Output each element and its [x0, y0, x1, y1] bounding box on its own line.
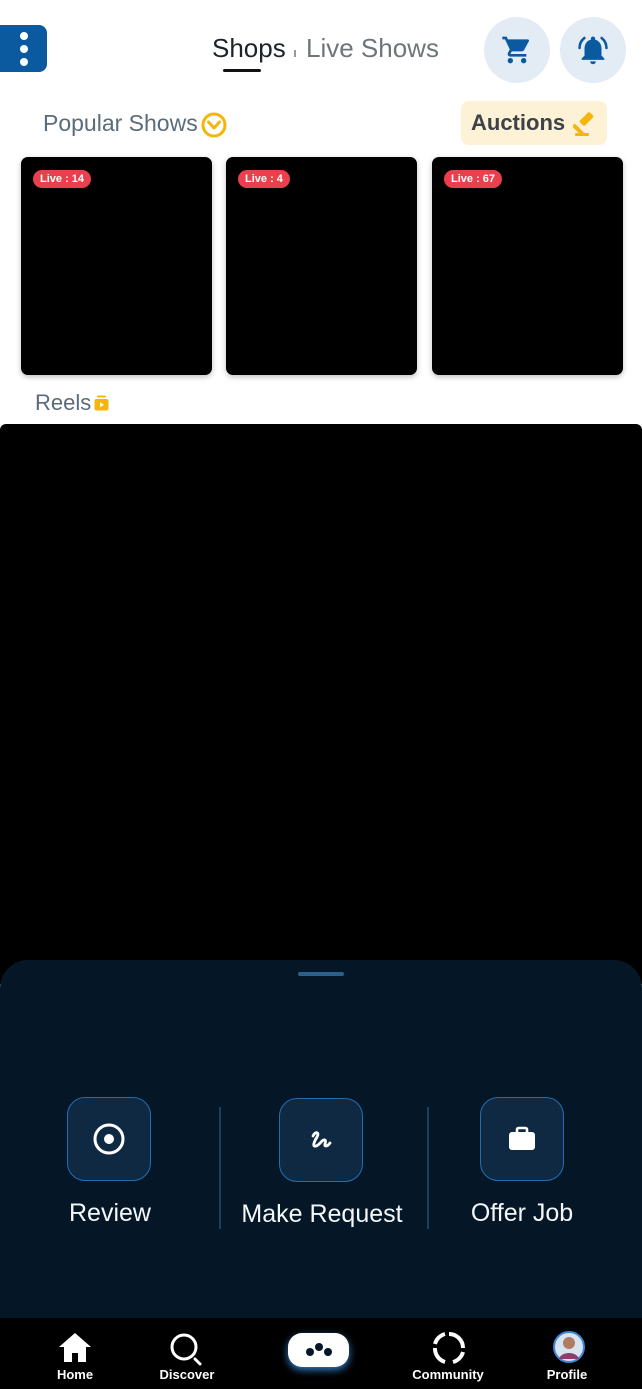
reels-title: Reels [35, 390, 92, 415]
offer-job-label: Offer Job [470, 1199, 574, 1227]
show-card[interactable]: Live : 14 [21, 157, 212, 375]
nav-profile[interactable] [553, 1331, 585, 1363]
tab-shops[interactable]: Shops [212, 33, 286, 64]
live-count-badge: Live : 14 [33, 170, 92, 188]
search-icon [170, 1333, 202, 1366]
show-card[interactable]: Live : 67 [432, 157, 623, 375]
review-label: Review [69, 1199, 151, 1227]
action-divider [219, 1107, 221, 1229]
bell-icon [578, 36, 608, 65]
tab-live-shows[interactable]: Live Shows [306, 33, 439, 64]
home-icon [59, 1333, 91, 1362]
avatar [553, 1331, 585, 1363]
sheet-drag-handle[interactable] [298, 972, 344, 976]
make-request-button[interactable] [279, 1098, 363, 1182]
nav-discover-label: Discover [159, 1367, 215, 1382]
show-card[interactable]: Live : 4 [226, 157, 417, 375]
reel-video[interactable] [0, 424, 642, 984]
tab-separator [294, 50, 296, 57]
make-request-label: Make Request [241, 1200, 403, 1228]
scribble-icon [311, 1131, 332, 1148]
review-button[interactable] [67, 1097, 151, 1181]
live-count-badge: Live : 67 [444, 170, 503, 188]
nav-center-action[interactable] [288, 1333, 349, 1367]
nav-home[interactable] [56, 1330, 94, 1364]
menu-dot [19, 57, 28, 66]
reels-icon [94, 395, 109, 411]
gavel-icon [573, 112, 594, 136]
target-icon [93, 1123, 125, 1155]
auctions-label: Auctions [471, 110, 566, 135]
briefcase-icon [509, 1126, 535, 1150]
nav-discover[interactable] [168, 1332, 204, 1366]
menu-dot [19, 44, 28, 53]
community-icon [433, 1332, 465, 1364]
popular-shows-title: Popular Shows [43, 110, 198, 136]
notifications-button[interactable] [560, 17, 626, 83]
auctions-button[interactable]: Auctions [461, 101, 607, 145]
live-count-badge: Live : 4 [238, 170, 290, 188]
nav-profile-label: Profile [546, 1367, 588, 1382]
offer-job-button[interactable] [480, 1097, 564, 1181]
nav-home-label: Home [56, 1367, 94, 1382]
cart-button[interactable] [484, 17, 550, 83]
menu-dots-icon [305, 1343, 332, 1356]
cart-icon [502, 36, 530, 64]
nav-community-label: Community [412, 1367, 484, 1382]
popular-badge-icon [201, 112, 227, 138]
active-tab-indicator [223, 69, 261, 72]
menu-button[interactable] [0, 25, 47, 72]
menu-dot [19, 31, 28, 40]
nav-community[interactable] [432, 1331, 466, 1365]
